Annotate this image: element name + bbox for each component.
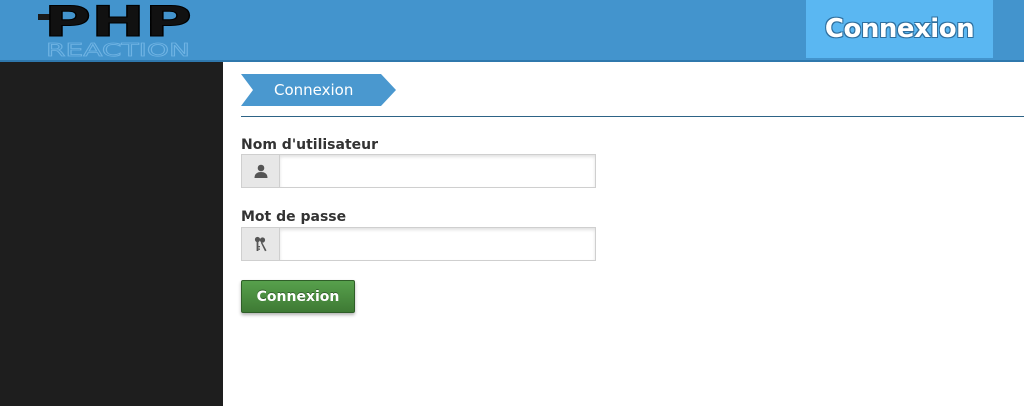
breadcrumb-label: Connexion bbox=[274, 81, 354, 99]
username-input[interactable] bbox=[279, 154, 596, 188]
password-label: Mot de passe bbox=[241, 209, 347, 225]
php-reaction-logo[interactable]: PHP REACTION bbox=[0, 0, 200, 60]
password-group bbox=[241, 227, 596, 261]
header-title-box: Connexion bbox=[806, 0, 993, 58]
username-group bbox=[241, 154, 596, 188]
keys-icon bbox=[241, 227, 279, 261]
breadcrumb-item[interactable]: Connexion bbox=[241, 74, 397, 106]
login-button[interactable]: Connexion bbox=[241, 280, 355, 313]
logo-graphic: PHP REACTION bbox=[38, 0, 193, 60]
logo-text-sub: REACTION bbox=[46, 40, 190, 60]
main-content: Connexion Nom d'utilisateur Mot de passe bbox=[223, 62, 1024, 406]
top-bar: PHP REACTION Connexion bbox=[0, 0, 1024, 62]
sidebar bbox=[0, 62, 223, 406]
username-label: Nom d'utilisateur bbox=[241, 137, 378, 153]
breadcrumb: Connexion bbox=[241, 74, 1024, 117]
password-input[interactable] bbox=[279, 227, 596, 261]
page-title: Connexion bbox=[824, 14, 975, 44]
user-icon bbox=[241, 154, 279, 188]
